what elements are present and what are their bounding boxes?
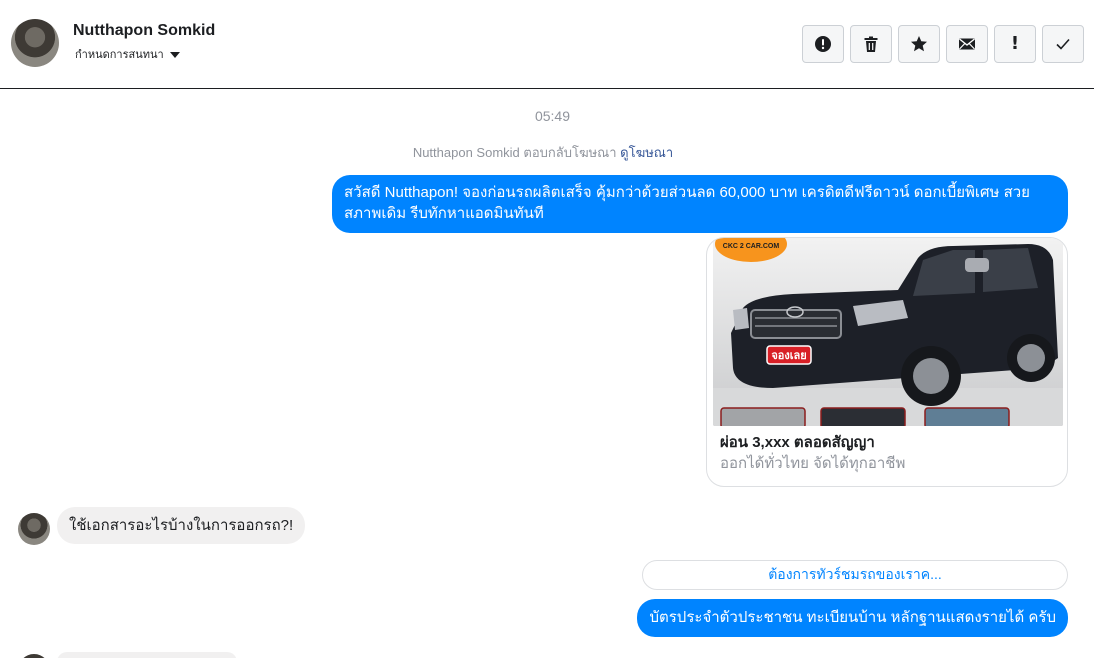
conversation-settings-label: กำหนดการสนทนา [75, 49, 164, 61]
caret-down-icon [169, 51, 180, 58]
star-button[interactable] [898, 25, 940, 63]
envelope-icon [959, 38, 975, 50]
check-icon [1056, 38, 1070, 50]
delete-button[interactable] [850, 25, 892, 63]
quick-reply-button[interactable]: ต้องการทัวร์ชมรถของเราค... [642, 560, 1068, 590]
mark-unread-button[interactable] [946, 25, 988, 63]
contact-name[interactable]: Nutthapon Somkid [73, 22, 215, 40]
contact-avatar[interactable] [11, 19, 59, 67]
ad-card-subtitle: ออกได้ทั่วไทย จัดได้ทุกอาชีพ [720, 455, 906, 472]
trash-icon [864, 36, 878, 52]
exclamation-icon: ! [1010, 33, 1020, 54]
star-icon [911, 36, 927, 52]
outgoing-message: สวัสดี Nutthapon! จองก่อนรถผลิตเสร็จ คุ้… [332, 175, 1068, 233]
incoming-message: ใช้เอกสารอะไรบ้างในการออกรถ?! [57, 507, 306, 544]
book-now-badge: จองเลย [771, 349, 806, 362]
ad-reply-notice: Nutthapon Somkid ตอบกลับโฆษณา ดูโฆษณา [0, 142, 1086, 163]
conversation-settings-dropdown[interactable]: กำหนดการสนทนา [75, 45, 180, 63]
mark-done-button[interactable] [1042, 25, 1084, 63]
dealer-logo: CKC 2 CAR.COM [723, 243, 780, 250]
sender-avatar[interactable] [18, 513, 50, 545]
mark-spam-button[interactable]: ! [994, 25, 1036, 63]
alert-circle-icon [815, 36, 831, 52]
message-timestamp: 05:49 [534, 108, 571, 124]
ad-card[interactable]: CKC 2 CAR.COM จองเลย ผ่อน 3,xxx ตลอดสัญญ… [706, 237, 1068, 487]
ad-reply-text: Nutthapon Somkid ตอบกลับโฆษณา [412, 145, 617, 160]
ad-card-image: CKC 2 CAR.COM จองเลย [713, 238, 1063, 426]
sender-avatar[interactable] [18, 654, 50, 658]
view-ad-link[interactable]: ดูโฆษณา [620, 145, 673, 160]
incoming-message-partial [57, 652, 237, 658]
conversation-toolbar: ! [802, 25, 1084, 63]
outgoing-message: บัตรประจำตัวประชาชน ทะเบียนบ้าน หลักฐานแ… [637, 599, 1068, 637]
report-button[interactable] [802, 25, 844, 63]
conversation-header: Nutthapon Somkid กำหนดการสนทนา ! [0, 0, 1094, 89]
pickup-truck-photo: CKC 2 CAR.COM จองเลย [713, 238, 1063, 426]
